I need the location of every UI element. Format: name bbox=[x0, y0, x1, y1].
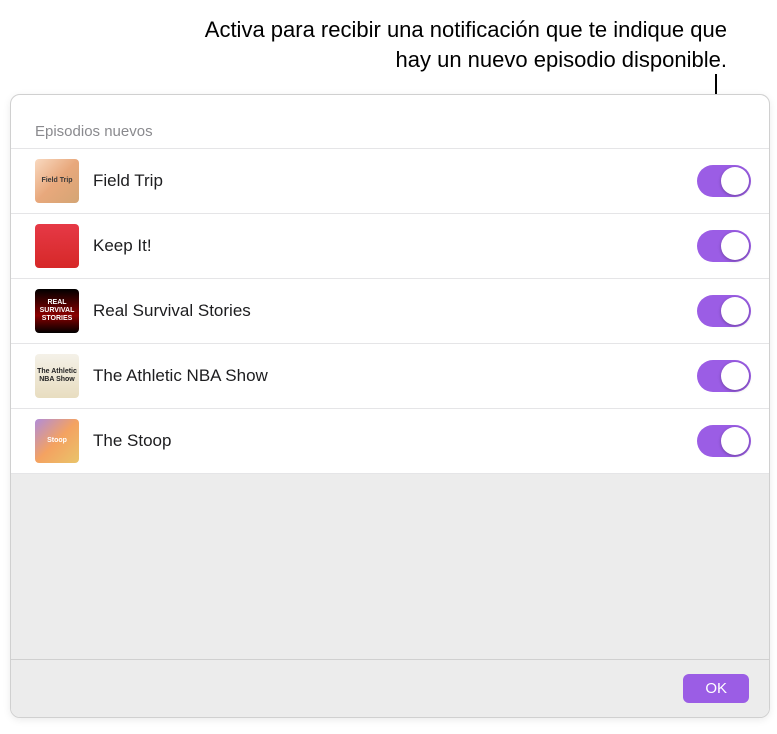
notifications-dialog: Episodios nuevos Field Trip Field Trip Kee… bbox=[10, 94, 770, 718]
podcast-artwork: The Athletic NBA Show bbox=[35, 354, 79, 398]
notification-toggle[interactable] bbox=[697, 295, 751, 327]
notification-toggle[interactable] bbox=[697, 165, 751, 197]
ok-button[interactable]: OK bbox=[683, 674, 749, 703]
toggle-knob bbox=[721, 167, 749, 195]
empty-area bbox=[11, 474, 769, 659]
podcast-title: The Stoop bbox=[93, 431, 683, 451]
podcast-list: Field Trip Field Trip Keep It! REAL SURVIVA… bbox=[11, 148, 769, 474]
toggle-knob bbox=[721, 362, 749, 390]
section-header-new-episodes: Episodios nuevos bbox=[11, 95, 769, 148]
notification-toggle[interactable] bbox=[697, 425, 751, 457]
dialog-footer: OK bbox=[11, 659, 769, 717]
podcast-title: The Athletic NBA Show bbox=[93, 366, 683, 386]
callout-text: Activa para recibir una notificación que… bbox=[167, 15, 727, 74]
list-item: REAL SURVIVAL STORIES Real Survival Stori… bbox=[11, 279, 769, 344]
podcast-artwork: REAL SURVIVAL STORIES bbox=[35, 289, 79, 333]
podcast-artwork bbox=[35, 224, 79, 268]
toggle-knob bbox=[721, 427, 749, 455]
list-item: The Athletic NBA Show The Athletic NBA Sh… bbox=[11, 344, 769, 409]
podcast-title: Field Trip bbox=[93, 171, 683, 191]
list-item: Stoop The Stoop bbox=[11, 409, 769, 474]
toggle-knob bbox=[721, 232, 749, 260]
list-item: Keep It! bbox=[11, 214, 769, 279]
podcast-artwork: Field Trip bbox=[35, 159, 79, 203]
notification-toggle[interactable] bbox=[697, 360, 751, 392]
notification-toggle[interactable] bbox=[697, 230, 751, 262]
podcast-title: Keep It! bbox=[93, 236, 683, 256]
list-item: Field Trip Field Trip bbox=[11, 148, 769, 214]
podcast-artwork: Stoop bbox=[35, 419, 79, 463]
podcast-title: Real Survival Stories bbox=[93, 301, 683, 321]
toggle-knob bbox=[721, 297, 749, 325]
